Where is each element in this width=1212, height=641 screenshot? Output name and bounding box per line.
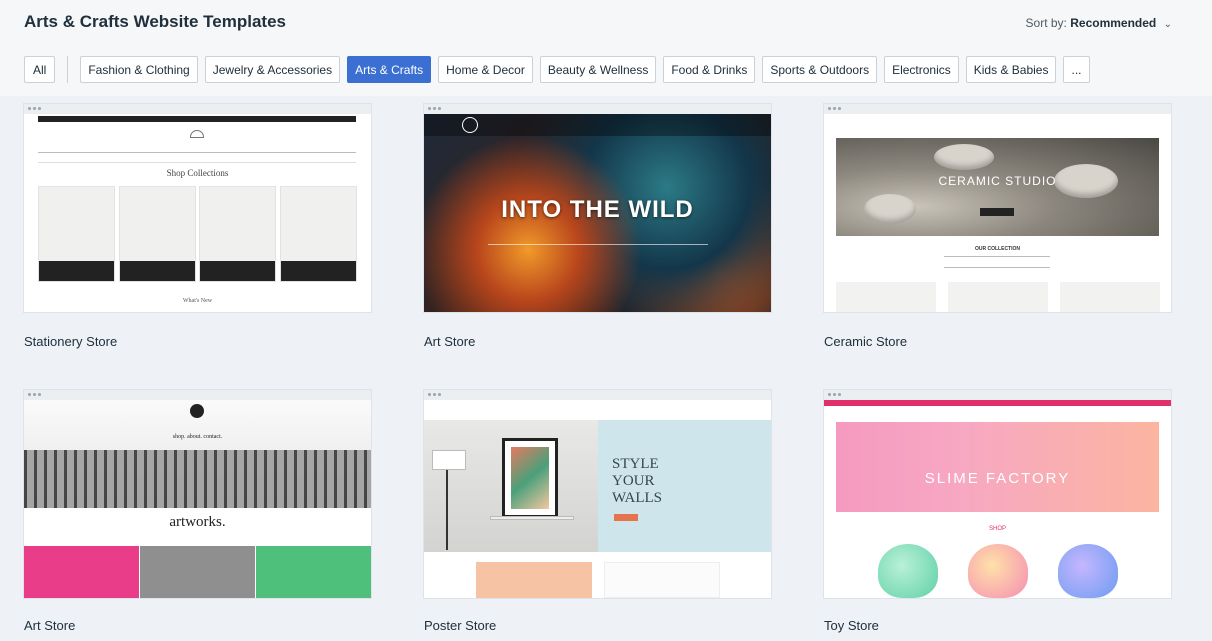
- preview-footer: What's New: [182, 298, 213, 304]
- template-thumbnail[interactable]: SLIME FACTORY SHOP: [824, 390, 1171, 598]
- template-name[interactable]: Stationery Store: [24, 334, 117, 349]
- chevron-down-icon: ⌄: [1163, 19, 1172, 30]
- product-tile: [836, 282, 936, 312]
- template-name[interactable]: Art Store: [424, 334, 475, 349]
- product-tile: [948, 282, 1048, 312]
- template-name[interactable]: Poster Store: [424, 618, 496, 633]
- promo-card: [476, 562, 592, 598]
- preview-section-title: SHOP: [988, 526, 1006, 532]
- browser-chrome: [424, 390, 771, 400]
- filter-all[interactable]: All: [24, 56, 56, 83]
- preview-hero-text: INTO THE WILD: [501, 196, 694, 223]
- template-card-toy[interactable]: SLIME FACTORY SHOP Toy Store: [824, 390, 1171, 633]
- product-tile: [280, 186, 357, 282]
- template-name[interactable]: Toy Store: [824, 618, 879, 633]
- slider-line: [488, 244, 708, 245]
- browser-chrome: [824, 390, 1171, 400]
- window-dots-icon: [428, 107, 441, 110]
- template-card-poster[interactable]: STYLE YOUR WALLS Poster Store: [424, 390, 771, 633]
- lamp-stand: [446, 470, 448, 550]
- filter-jewelry-accessories[interactable]: Jewelry & Accessories: [204, 56, 341, 83]
- hero-banner: [836, 422, 1159, 512]
- template-card-ceramic[interactable]: CERAMIC STUDIO OUR COLLECTION Ceramic St…: [824, 104, 1171, 349]
- sort-value: Recommended: [1070, 16, 1157, 30]
- category-filters: All Fashion & Clothing Jewelry & Accesso…: [24, 56, 1090, 83]
- preview-menu: shop. about. contact.: [172, 434, 223, 440]
- logo-icon: [190, 404, 204, 418]
- filter-arts-crafts[interactable]: Arts & Crafts: [347, 56, 432, 83]
- preview-section-title: OUR COLLECTION: [975, 246, 1020, 252]
- browser-chrome: [424, 104, 771, 114]
- bowl-image: [864, 194, 916, 224]
- window-dots-icon: [828, 107, 841, 110]
- promo-card: [604, 562, 720, 598]
- template-name[interactable]: Ceramic Store: [824, 334, 907, 349]
- template-name[interactable]: Art Store: [24, 618, 75, 633]
- art-tile: [256, 546, 371, 598]
- window-dots-icon: [828, 393, 841, 396]
- template-card-artworks[interactable]: shop. about. contact. artworks. Art Stor…: [24, 390, 371, 633]
- announcement-bar: [824, 400, 1171, 406]
- announcement-bar: [38, 116, 356, 122]
- window-dots-icon: [28, 393, 41, 396]
- slime-image: [968, 544, 1028, 598]
- template-thumbnail[interactable]: INTO THE WILD: [424, 104, 771, 312]
- template-card-art-store[interactable]: INTO THE WILD Art Store: [424, 104, 771, 349]
- preview-wordmark: artworks.: [169, 514, 226, 530]
- product-tile: [199, 186, 276, 282]
- preview-button: [980, 208, 1014, 216]
- filter-fashion-clothing[interactable]: Fashion & Clothing: [80, 56, 198, 83]
- building-image: [24, 450, 371, 510]
- template-thumbnail[interactable]: CERAMIC STUDIO OUR COLLECTION: [824, 104, 1171, 312]
- nav-line: [38, 162, 356, 163]
- page-title: Arts & Crafts Website Templates: [24, 12, 286, 31]
- product-tile: [119, 186, 196, 282]
- art-tile: [140, 546, 255, 598]
- logo-icon: [190, 130, 204, 138]
- template-thumbnail[interactable]: STYLE YOUR WALLS: [424, 390, 771, 598]
- art-tile: [24, 546, 139, 598]
- template-thumbnail[interactable]: Shop Collections What's New: [24, 104, 371, 312]
- filter-divider: [67, 56, 69, 83]
- preview-hero-text: STYLE YOUR WALLS: [612, 456, 662, 506]
- preview-heading: Shop Collections: [166, 168, 229, 178]
- top-bar: Arts & Crafts Website Templates Sort by:…: [0, 0, 1212, 96]
- browser-chrome: [24, 390, 371, 400]
- product-tile: [1060, 282, 1160, 312]
- filter-beauty-wellness[interactable]: Beauty & Wellness: [539, 56, 657, 83]
- slime-image: [1058, 544, 1118, 598]
- nav-line: [38, 152, 356, 153]
- window-dots-icon: [28, 107, 41, 110]
- browser-chrome: [824, 104, 1171, 114]
- filter-home-decor[interactable]: Home & Decor: [438, 56, 533, 83]
- filter-more[interactable]: ...: [1063, 56, 1090, 83]
- slime-image: [878, 544, 938, 598]
- preview-button: [614, 514, 638, 521]
- template-card-stationery[interactable]: Shop Collections What's New Stationery S…: [24, 104, 371, 349]
- lamp-image: [432, 450, 466, 470]
- filter-sports-outdoors[interactable]: Sports & Outdoors: [762, 56, 878, 83]
- preview-hero-text: CERAMIC STUDIO: [938, 174, 1057, 188]
- filter-food-drinks[interactable]: Food & Drinks: [663, 56, 756, 83]
- bowl-image: [934, 144, 994, 170]
- poster-frame: [502, 438, 558, 518]
- product-tile: [38, 186, 115, 282]
- preview-text: [944, 256, 1050, 268]
- filter-kids-babies[interactable]: Kids & Babies: [965, 56, 1057, 83]
- sort-dropdown[interactable]: Sort by: Recommended ⌄: [1026, 16, 1172, 30]
- template-thumbnail[interactable]: shop. about. contact. artworks.: [24, 390, 371, 598]
- sort-label: Sort by:: [1025, 16, 1067, 30]
- filter-electronics[interactable]: Electronics: [884, 56, 959, 83]
- window-dots-icon: [428, 393, 441, 396]
- side-table: [490, 516, 574, 520]
- browser-chrome: [24, 104, 371, 114]
- preview-hero-text: SLIME FACTORY: [924, 470, 1071, 487]
- logo-icon: [462, 117, 478, 133]
